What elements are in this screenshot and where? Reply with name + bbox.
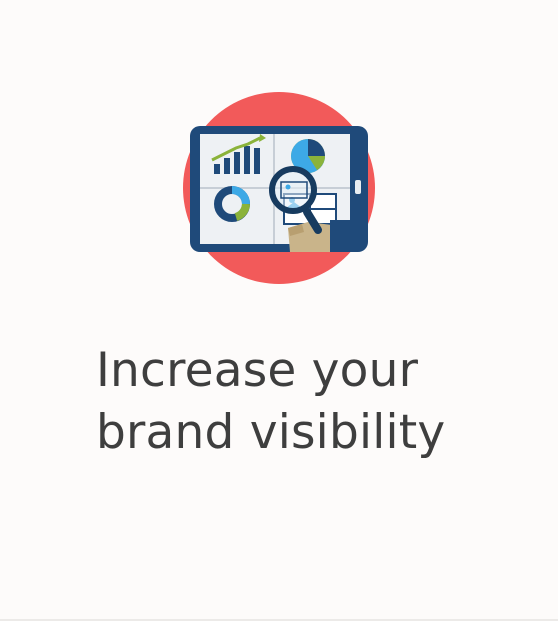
headline: Increase your brand visibility bbox=[96, 340, 516, 464]
brand-visibility-illustration bbox=[180, 92, 380, 288]
headline-line-2: brand visibility bbox=[96, 405, 446, 460]
tablet-home-button bbox=[355, 180, 361, 194]
headline-line-1: Increase your bbox=[96, 343, 419, 398]
tablet-analytics-magnifier-icon bbox=[183, 92, 375, 284]
onboarding-card: Increase your brand visibility bbox=[0, 0, 558, 621]
